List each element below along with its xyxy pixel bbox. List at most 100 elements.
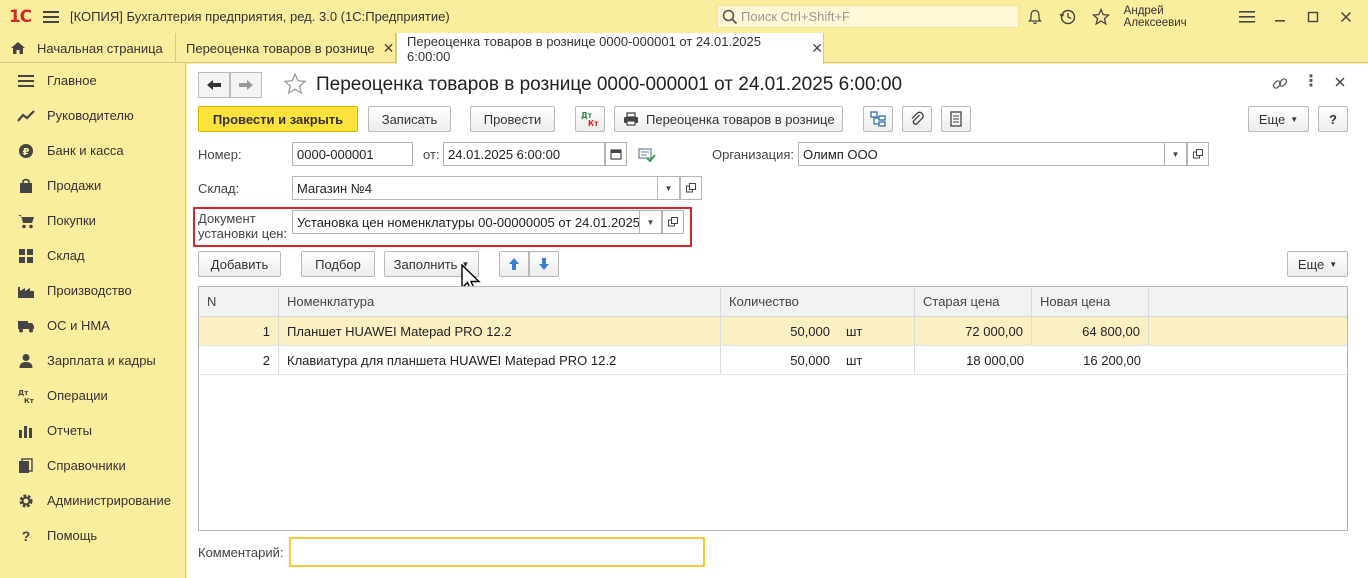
document-title: Переоценка товаров в рознице 0000-000001… — [316, 74, 903, 95]
dt-kt-button[interactable]: Дт Кт — [575, 106, 605, 132]
warehouse-icon — [16, 248, 36, 264]
move-down-button[interactable] — [529, 251, 559, 277]
minimize-icon[interactable] — [1269, 6, 1290, 28]
settings-menu-icon[interactable] — [1236, 6, 1257, 28]
list-button[interactable] — [941, 106, 971, 132]
column-header-item[interactable]: Номенклатура — [279, 287, 721, 316]
sidebar-item-admin[interactable]: Администрирование — [0, 483, 185, 518]
column-header-new-price[interactable]: Новая цена — [1032, 287, 1149, 316]
cell-n: 1 — [199, 317, 279, 345]
sidebar-item-label: ОС и НМА — [47, 318, 110, 333]
sidebar-item-label: Справочники — [47, 458, 126, 473]
bell-icon[interactable] — [1025, 6, 1046, 28]
column-header-quantity[interactable]: Количество — [721, 287, 915, 316]
document-list-icon — [950, 111, 962, 127]
price-document-field[interactable]: Установка цен номенклатуры 00-00000005 о… — [292, 210, 640, 234]
more-actions-button[interactable]: Еще ▼ — [1248, 106, 1309, 132]
dt-kt-icon: ДтКт — [581, 111, 599, 128]
organization-field[interactable]: Олимп ООО — [798, 142, 1165, 166]
selection-button[interactable]: Подбор — [301, 251, 375, 277]
coin-icon: ₽ — [16, 143, 36, 159]
sidebar-item-manager[interactable]: Руководителю — [0, 98, 185, 133]
factory-icon — [16, 283, 36, 299]
number-field[interactable]: 0000-000001 — [292, 142, 413, 166]
paperclip-icon — [911, 111, 924, 125]
warehouse-dropdown-icon[interactable]: ▼ — [658, 176, 680, 200]
search-icon — [722, 9, 738, 24]
sidebar-item-salary[interactable]: Зарплата и кадры — [0, 343, 185, 378]
chevron-down-icon: ▼ — [1329, 259, 1338, 269]
structure-button[interactable] — [863, 106, 893, 132]
sidebar-item-reports[interactable]: Отчеты — [0, 413, 185, 448]
user-name[interactable]: Андрей Алексеевич — [1124, 5, 1225, 29]
history-icon[interactable] — [1058, 6, 1079, 28]
price-document-dropdown-icon[interactable]: ▼ — [640, 210, 662, 234]
svg-text:Дт: Дт — [18, 389, 29, 397]
sidebar-item-bank[interactable]: ₽ Банк и касса — [0, 133, 185, 168]
column-header-n[interactable]: N — [199, 287, 279, 316]
chart-line-icon — [16, 108, 36, 124]
sidebar-item-sales[interactable]: Продажи — [0, 168, 185, 203]
close-tab-icon[interactable]: ✕ — [383, 40, 395, 57]
print-revaluation-button[interactable]: Переоценка товаров в рознице — [614, 106, 843, 132]
organization-open-icon[interactable] — [1187, 142, 1209, 166]
table-row[interactable]: 2 Клавиатура для планшета HUAWEI Matepad… — [199, 346, 1347, 375]
people-icon — [16, 353, 36, 369]
sidebar-item-production[interactable]: Производство — [0, 273, 185, 308]
calendar-button[interactable] — [605, 142, 627, 166]
tab-revaluation-list[interactable]: Переоценка товаров в рознице ✕ — [176, 33, 396, 63]
cell-item: Планшет HUAWEI Matepad PRO 12.2 — [279, 317, 721, 345]
warehouse-field[interactable]: Магазин №4 — [292, 176, 658, 200]
tab-label: Переоценка товаров в рознице — [186, 40, 375, 56]
tab-revaluation-document[interactable]: Переоценка товаров в рознице 0000-000001… — [396, 33, 824, 64]
save-button[interactable]: Записать — [368, 106, 451, 132]
close-window-icon[interactable] — [1335, 6, 1356, 28]
attach-file-button[interactable] — [902, 106, 932, 132]
svg-text:Кт: Кт — [588, 119, 599, 128]
favorite-star-icon[interactable] — [283, 72, 307, 99]
forward-button[interactable] — [230, 72, 262, 98]
global-search-input[interactable]: Поиск Ctrl+Shift+F — [717, 5, 1019, 28]
column-header-old-price[interactable]: Старая цена — [915, 287, 1032, 316]
sidebar-item-main[interactable]: Главное — [0, 63, 185, 98]
sidebar-item-label: Главное — [47, 73, 97, 88]
star-icon[interactable] — [1091, 6, 1112, 28]
warehouse-open-icon[interactable] — [680, 176, 702, 200]
more-vertical-icon[interactable]: ⋮ — [1303, 74, 1319, 90]
print-button-label: Переоценка товаров в рознице — [646, 111, 835, 127]
fill-label: Заполнить — [393, 256, 458, 272]
close-tab-icon[interactable]: ✕ — [811, 40, 823, 57]
back-button[interactable] — [198, 72, 230, 98]
tab-label: Переоценка товаров в рознице 0000-000001… — [407, 33, 761, 64]
sidebar-item-operations[interactable]: Дт Кт Операции — [0, 378, 185, 413]
menu-icon — [16, 73, 36, 89]
link-icon[interactable] — [1271, 75, 1289, 96]
price-document-open-icon[interactable] — [662, 210, 684, 234]
tab-home[interactable]: Начальная страница — [0, 33, 176, 63]
sidebar-item-label: Производство — [47, 283, 132, 298]
add-row-button[interactable]: Добавить — [198, 251, 281, 277]
date-field[interactable]: 24.01.2025 6:00:00 — [443, 142, 605, 166]
arrow-up-icon — [509, 258, 519, 270]
table-more-button[interactable]: Еще ▼ — [1287, 251, 1348, 277]
sidebar-item-purchases[interactable]: Покупки — [0, 203, 185, 238]
post-button[interactable]: Провести — [470, 106, 555, 132]
maximize-icon[interactable] — [1302, 6, 1323, 28]
move-up-button[interactable] — [499, 251, 529, 277]
app-logo: 1С — [8, 6, 32, 27]
comment-input[interactable] — [289, 537, 705, 567]
sidebar-item-label: Склад — [47, 248, 85, 263]
table-row[interactable]: 1 Планшет HUAWEI Matepad PRO 12.2 50,000… — [199, 317, 1347, 346]
close-form-icon[interactable] — [1333, 75, 1347, 92]
help-button[interactable]: ? — [1318, 106, 1348, 132]
sidebar-item-assets[interactable]: ОС и НМА — [0, 308, 185, 343]
post-and-close-button[interactable]: Провести и закрыть — [198, 106, 358, 132]
hamburger-menu-icon[interactable] — [40, 6, 62, 28]
organization-dropdown-icon[interactable]: ▼ — [1165, 142, 1187, 166]
sidebar-item-warehouse[interactable]: Склад — [0, 238, 185, 273]
cell-old-price: 18 000,00 — [966, 352, 1024, 368]
bag-icon — [16, 178, 36, 194]
sidebar-item-catalogs[interactable]: Справочники — [0, 448, 185, 483]
sidebar-item-help[interactable]: ? Помощь — [0, 518, 185, 553]
svg-text:₽: ₽ — [23, 147, 30, 158]
